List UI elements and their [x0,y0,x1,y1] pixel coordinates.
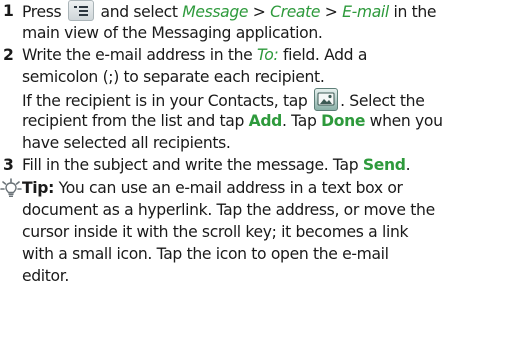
step-text: when you [365,112,443,130]
step-text: Fill in the subject and write the messag… [22,156,363,174]
step-text: field. Add a [278,46,368,64]
step-number: 3 [3,156,14,174]
tip-line: Tip: You can use an e-mail address in a … [22,177,515,199]
step-number: 1 [3,2,14,20]
tip-line: cursor inside it with the scroll key; it… [22,223,409,241]
step-3: 3 Fill in the subject and write the mess… [0,154,515,176]
tip-label: Tip: [22,179,54,197]
menu-path-message: Message [182,3,249,21]
menu-path-email: E-mail [342,3,389,21]
step-text: If the recipient is in your Contacts, ta… [22,92,313,110]
step-text: . Tap [281,112,322,130]
tip-line: with a small icon. Tap the icon to open … [22,245,389,263]
step-body: Fill in the subject and write the messag… [22,154,515,176]
tip-line: editor. [22,267,69,285]
step-text: in the [388,3,437,21]
step-text: recipient from the list and tap [22,112,249,130]
tip-line: document as a hyperlink. Tap the address… [22,201,435,219]
send-label: Send [362,156,406,174]
step-line: Write the e-mail address in the To: fiel… [22,44,515,66]
step-number: 2 [3,46,14,64]
step-line: semicolon (;) to separate each recipient… [22,68,325,86]
step-text: and select [95,3,183,21]
step-text: . Select the [340,92,425,110]
step-text: . [405,156,411,174]
step-body: Write the e-mail address in the To: fiel… [22,44,515,154]
step-2: 2 Write the e-mail address in the To: fi… [0,44,515,154]
step-line: recipient from the list and tap Add. Tap… [22,110,515,132]
step-body: Press and select Message > Create > E-ma… [22,0,515,44]
step-line: Press and select Message > Create > E-ma… [22,0,515,22]
menu-path-create: Create [270,3,321,21]
step-1: 1 Press and select Message > Create > E-… [0,0,515,44]
menu-path-separator: > [248,3,271,21]
menu-path-separator: > [320,3,343,21]
to-field-label: To: [257,46,279,64]
step-line: If the recipient is in your Contacts, ta… [22,88,515,111]
step-text: Write the e-mail address in the [22,46,258,64]
step-line: main view of the Messaging application. [22,24,323,42]
lightbulb-tip-icon [0,178,22,198]
step-line: have selected all recipients. [22,134,231,152]
add-label: Add [248,112,283,130]
step-line: Fill in the subject and write the messag… [22,154,515,176]
step-text: Press [22,3,66,21]
instruction-page: 1 Press and select Message > Create > E-… [0,0,515,353]
contacts-icon [314,88,339,111]
tip-block: Tip: You can use an e-mail address in a … [0,177,515,287]
menu-list-icon [67,0,94,21]
done-label: Done [321,112,366,130]
tip-body: Tip: You can use an e-mail address in a … [22,177,515,287]
tip-text: You can use an e-mail address in a text … [53,179,403,197]
